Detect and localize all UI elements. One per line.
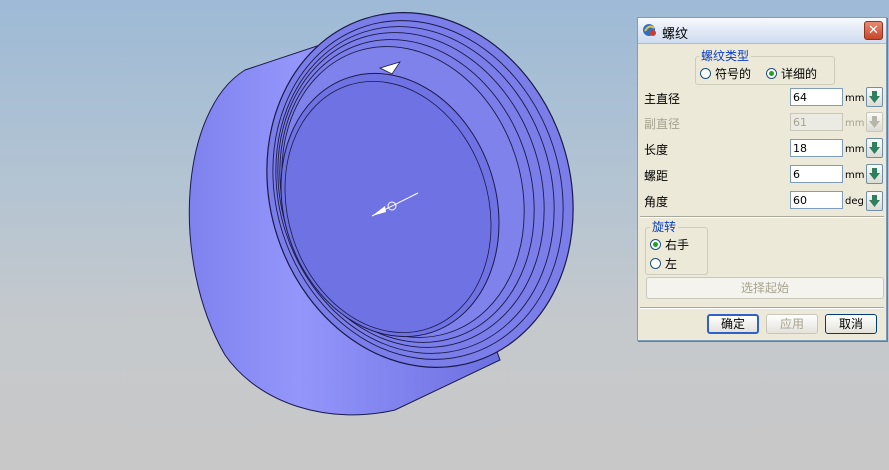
green-down-arrow-icon [869, 195, 880, 207]
major-diameter-label: 主直径 [644, 92, 681, 106]
radio-right-hand[interactable]: 右手 [650, 236, 689, 253]
minor-diameter-unit: mm [845, 118, 865, 129]
length-arrow-button[interactable] [866, 138, 883, 158]
radio-left[interactable]: 左 [650, 255, 677, 272]
radio-detailed-label: 详细的 [781, 67, 818, 81]
gray-down-arrow-icon [869, 116, 880, 128]
thread-dialog: 螺纹 ✕ 螺纹类型 符号的 详细的 主直径 mm 副直径 mm 长度 mm 螺距… [637, 17, 887, 341]
close-icon: ✕ [868, 23, 879, 38]
major-diameter-unit: mm [845, 93, 865, 104]
minor-diameter-arrow-button [866, 112, 883, 132]
thread-app-icon [642, 22, 658, 38]
apply-button: 应用 [766, 314, 818, 334]
major-diameter-arrow-button[interactable] [866, 87, 883, 107]
rotation-title: 旋转 [650, 218, 679, 235]
angle-label: 角度 [644, 195, 669, 209]
select-start-button: 选择起始 [646, 277, 884, 299]
radio-symbolic-label: 符号的 [715, 67, 752, 81]
length-input[interactable] [790, 139, 843, 157]
angle-input[interactable] [790, 191, 843, 209]
green-down-arrow-icon [869, 168, 880, 180]
radio-left-label: 左 [665, 257, 678, 271]
major-diameter-input[interactable] [790, 88, 843, 106]
cancel-button[interactable]: 取消 [825, 314, 877, 334]
dialog-titlebar[interactable]: 螺纹 ✕ [638, 18, 886, 44]
length-unit: mm [845, 144, 865, 155]
angle-arrow-button[interactable] [866, 191, 883, 211]
pitch-input[interactable] [790, 165, 843, 183]
minor-diameter-input [790, 113, 843, 131]
radio-symbolic[interactable]: 符号的 [700, 65, 751, 82]
angle-unit: deg [845, 196, 864, 207]
thread-type-title: 螺纹类型 [699, 47, 752, 64]
radio-detailed-circle[interactable] [766, 68, 777, 79]
green-down-arrow-icon [869, 91, 880, 103]
radio-symbolic-circle[interactable] [700, 68, 711, 79]
close-button[interactable]: ✕ [864, 21, 883, 40]
ok-button[interactable]: 确定 [707, 314, 759, 334]
radio-left-circle[interactable] [650, 258, 661, 269]
length-label: 长度 [644, 143, 669, 157]
green-down-arrow-icon [869, 142, 880, 154]
dialog-title: 螺纹 [662, 27, 689, 42]
graphics-viewport[interactable] [0, 0, 636, 470]
minor-diameter-label: 副直径 [644, 117, 681, 131]
pitch-arrow-button[interactable] [866, 164, 883, 184]
radio-detailed[interactable]: 详细的 [766, 65, 817, 82]
buttons-separator [640, 307, 884, 309]
radio-right-hand-circle[interactable] [650, 239, 661, 250]
threaded-part-model[interactable] [0, 0, 636, 470]
pitch-label: 螺距 [644, 169, 669, 183]
radio-right-hand-label: 右手 [665, 238, 690, 252]
pitch-unit: mm [845, 170, 865, 181]
